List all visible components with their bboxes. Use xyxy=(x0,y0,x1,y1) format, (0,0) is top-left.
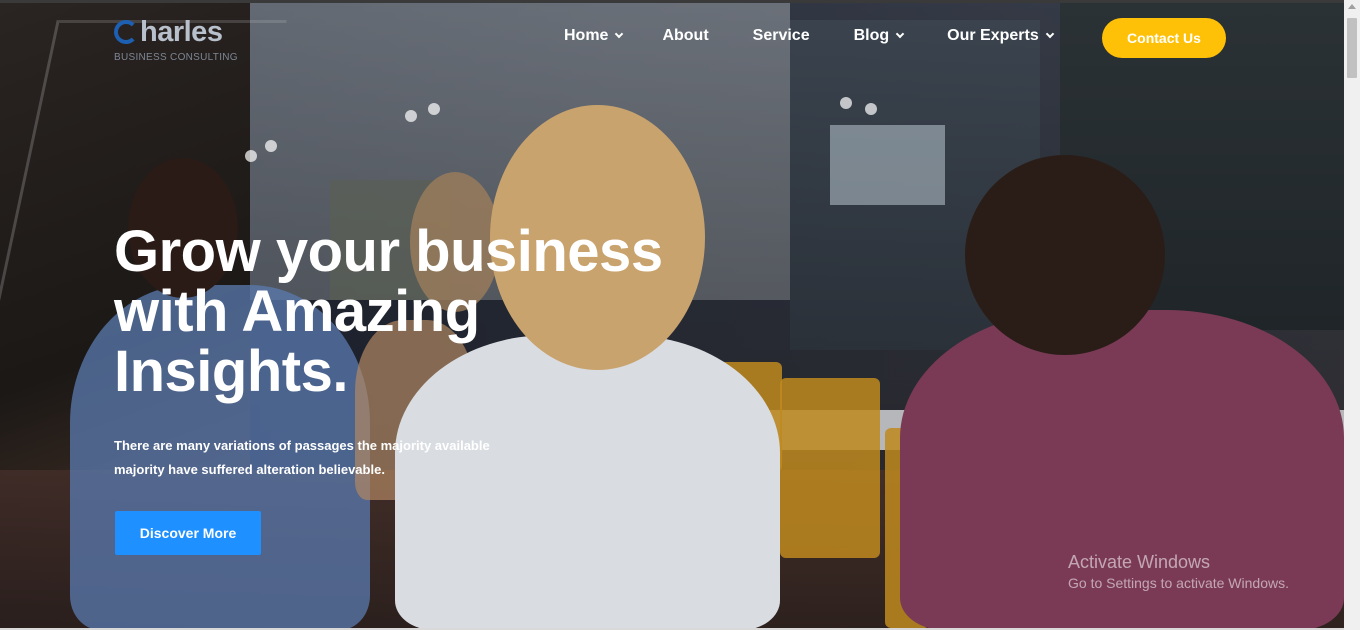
nav-item-blog[interactable]: Blog xyxy=(853,27,905,45)
chevron-down-icon xyxy=(615,29,624,39)
ceiling-light xyxy=(405,110,417,122)
nav-item-home[interactable]: Home xyxy=(564,27,624,45)
hero-headline: Grow your business with Amazing Insights… xyxy=(114,222,734,402)
background-chair xyxy=(780,378,880,558)
logo-name: harles xyxy=(140,16,223,48)
nav-item-our-experts[interactable]: Our Experts xyxy=(947,27,1054,45)
hero-headline-line: with Amazing xyxy=(114,279,480,344)
hero-subtext-line: majority have suffered alteration believ… xyxy=(114,462,385,477)
nav-item-service[interactable]: Service xyxy=(753,27,810,45)
person-head xyxy=(965,155,1165,355)
activate-windows-watermark: Activate Windows Go to Settings to activ… xyxy=(1068,552,1289,591)
discover-more-button[interactable]: Discover More xyxy=(115,511,261,555)
ceiling-light xyxy=(245,150,257,162)
logo-c-icon xyxy=(114,20,138,44)
watermark-subtitle: Go to Settings to activate Windows. xyxy=(1068,575,1289,591)
hero-headline-line: Insights. xyxy=(114,339,348,404)
hero-subtext: There are many variations of passages th… xyxy=(114,434,534,482)
ceiling-light xyxy=(840,97,852,109)
hero-headline-line: Grow your business xyxy=(114,219,663,284)
background-window xyxy=(830,125,945,205)
hero-subtext-line: There are many variations of passages th… xyxy=(114,438,490,453)
nav-item-label: Our Experts xyxy=(947,27,1039,44)
main-nav: Home About Service Blog Our Experts xyxy=(564,27,1054,45)
nav-item-label: Home xyxy=(564,27,609,44)
window-top-border xyxy=(0,0,1360,3)
vertical-scrollbar[interactable] xyxy=(1344,0,1360,630)
scrollbar-thumb[interactable] xyxy=(1347,18,1357,78)
nav-item-label: Service xyxy=(752,27,810,44)
logo-tagline: BUSINESS CONSULTING xyxy=(114,52,238,63)
ceiling-light xyxy=(265,140,277,152)
scroll-up-arrow-icon[interactable] xyxy=(1348,4,1356,9)
nav-item-label: Blog xyxy=(853,27,890,44)
chevron-down-icon xyxy=(1045,29,1054,39)
ceiling-light xyxy=(428,103,440,115)
watermark-title: Activate Windows xyxy=(1068,552,1211,572)
nav-item-about[interactable]: About xyxy=(662,27,708,45)
contact-us-button[interactable]: Contact Us xyxy=(1102,18,1226,58)
chevron-down-icon xyxy=(895,29,905,39)
nav-item-label: About xyxy=(662,27,709,44)
ceiling-light xyxy=(865,103,877,115)
